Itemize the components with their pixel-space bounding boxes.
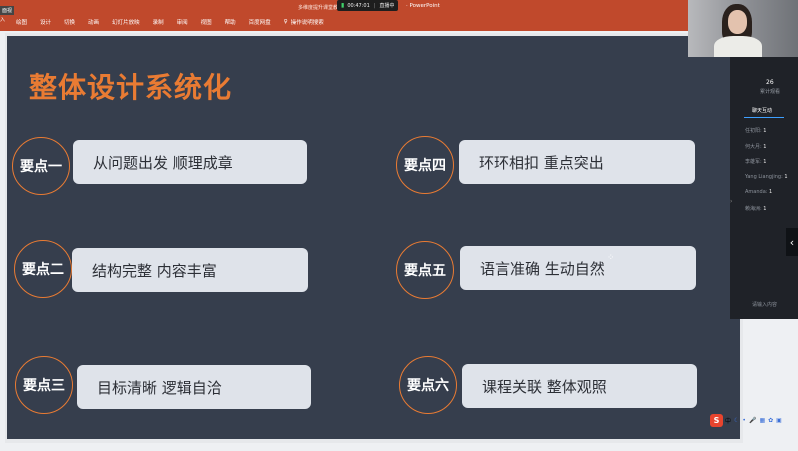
point-text-2: 结构完整 内容丰富 xyxy=(72,248,308,292)
chat-message: 1 xyxy=(784,174,788,180)
recording-status: 直播中 xyxy=(379,3,395,9)
slide: 整体设计系统化 要点一 从问题出发 顺理成章 要点二 结构完整 内容丰富 要点三… xyxy=(7,36,740,439)
chat-user: Yang Liangjing: xyxy=(745,174,783,180)
window-title: 多维度提升课堂教 xyxy=(298,5,339,11)
chat-user: 任初阳: xyxy=(745,128,762,134)
point-badge-1: 要点一 xyxy=(12,137,70,195)
point-text-6: 课程关联 整体观照 xyxy=(462,364,697,408)
tab-draw[interactable]: 绘图 xyxy=(16,18,27,26)
viewer-count: 26 xyxy=(766,79,774,86)
chat-row: 李雄军: 1 xyxy=(745,158,766,165)
ime-logo-icon[interactable]: S xyxy=(710,414,723,427)
tab-view[interactable]: 视图 xyxy=(201,18,212,26)
tab-transitions[interactable]: 切换 xyxy=(64,18,75,26)
tab-chat[interactable]: 聊天互动 xyxy=(752,107,772,114)
chat-message: 1 xyxy=(763,159,767,165)
moon-icon[interactable]: ☾ xyxy=(734,417,739,424)
chat-message: 1 xyxy=(763,206,767,212)
point-text-1: 从问题出发 顺理成章 xyxy=(73,140,307,184)
tab-record[interactable]: 录制 xyxy=(153,18,164,26)
tab-review[interactable]: 审阅 xyxy=(177,18,188,26)
chat-row: 何大月: 1 xyxy=(745,143,766,150)
app-name-text: PowerPoint xyxy=(409,3,440,9)
chat-user: 何大月: xyxy=(745,144,762,150)
viewer-count-label: 累计观看 xyxy=(760,89,781,95)
chat-user: 李雄军: xyxy=(745,159,762,165)
toolbox-icon[interactable]: ▣ xyxy=(776,417,782,424)
ribbon-tabs: 绘图 设计 切换 动画 幻灯片放映 录制 审阅 视图 帮助 百度网盘 ♀ 操作说… xyxy=(0,14,688,30)
point-badge-6: 要点六 xyxy=(399,356,457,414)
point-badge-5: 要点五 xyxy=(396,241,454,299)
ime-mode[interactable]: 中 xyxy=(725,416,731,425)
point-badge-3: 要点三 xyxy=(15,356,73,414)
chat-message: 1 xyxy=(769,189,773,195)
ime-toolbar: S 中 ☾ • 🎤 ▦ ✿ ▣ xyxy=(710,414,782,427)
mic-icon[interactable]: 🎤 xyxy=(749,417,756,424)
point-text-5: 语言准确 生动自然 xyxy=(460,246,696,290)
tab-slideshow[interactable]: 幻灯片放映 xyxy=(112,18,140,26)
panel-toggle-chevron-icon[interactable]: ‹ xyxy=(786,228,798,256)
punctuation-icon[interactable]: • xyxy=(742,417,746,424)
chat-message: 1 xyxy=(763,128,767,134)
chat-user: Amanda: xyxy=(745,189,768,195)
chat-user: 赖海洲: xyxy=(745,206,762,212)
keyboard-icon[interactable]: ▦ xyxy=(759,417,765,424)
point-text-3: 目标清晰 逻辑自洽 xyxy=(77,365,311,409)
recording-time: 00:47:01 xyxy=(347,2,370,9)
tab-design[interactable]: 设计 xyxy=(40,18,51,26)
presenter-body xyxy=(714,36,762,57)
chat-message: 1 xyxy=(763,144,767,150)
recording-badge: ▮ 00:47:01 | 直播中 xyxy=(337,0,399,11)
skin-icon[interactable]: ✿ xyxy=(768,417,773,424)
divider: | xyxy=(373,2,376,9)
app-name: · PowerPoint xyxy=(406,3,440,9)
point-badge-4: 要点四 xyxy=(396,136,454,194)
point-badge-2: 要点二 xyxy=(14,240,72,298)
tab-baidu-netdisk[interactable]: 百度网盘 xyxy=(249,18,271,26)
presenter-video xyxy=(688,0,798,57)
search-icon: ♀ xyxy=(283,19,288,25)
point-text-4: 环环相扣 重点突出 xyxy=(459,140,695,184)
chat-row: 任初阳: 1 xyxy=(745,127,766,134)
presenter-face xyxy=(728,10,747,34)
chat-row: Amanda: 1 xyxy=(745,189,772,195)
tab-animations[interactable]: 动画 xyxy=(88,18,99,26)
tab-help[interactable]: 帮助 xyxy=(225,18,236,26)
collapse-arrow-icon[interactable]: › xyxy=(730,198,732,205)
loading-cursor-icon: ⁘ xyxy=(607,253,615,263)
live-chat-panel: 26 累计观看 聊天互动 任初阳: 1 何大月: 1 李雄军: 1 Yang L… xyxy=(730,57,798,319)
chat-row: 赖海洲: 1 xyxy=(745,205,766,212)
search-input[interactable]: 操作说明搜索 xyxy=(291,18,324,26)
title-bar: 面视 入 多维度提升课堂教 ▮ 00:47:01 | 直播中 · PowerPo… xyxy=(0,0,688,31)
slide-title: 整体设计系统化 xyxy=(29,71,233,104)
chat-row: Yang Liangjing: 1 xyxy=(745,174,788,180)
chat-input[interactable]: 请输入内容 xyxy=(752,301,777,308)
tab-underline xyxy=(744,117,784,118)
signal-icon: ▮ xyxy=(341,2,345,9)
